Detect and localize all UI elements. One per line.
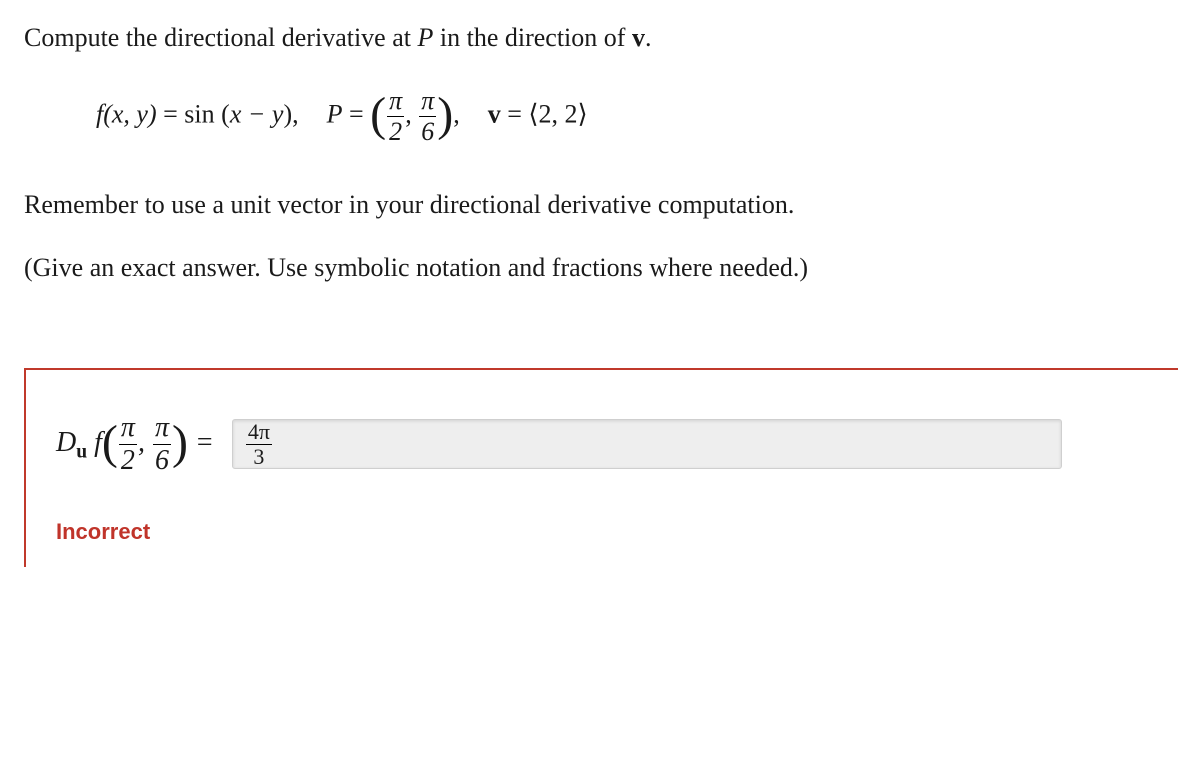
sin-fn: sin [184, 100, 214, 129]
answer-den: 3 [246, 444, 272, 469]
answer-value: 4π 3 [245, 420, 273, 469]
instruction-line-2: (Give an exact answer. Use symbolic nota… [24, 248, 1178, 288]
q-part-b: in the direction of [433, 23, 632, 52]
sin-open: ( [215, 100, 230, 129]
v-components: 2, 2 [539, 100, 578, 129]
sin-close: ), [283, 100, 298, 129]
comma-1: , [405, 100, 418, 129]
u-subscript: u [76, 442, 87, 463]
frac-pi-2: π2 [386, 88, 405, 145]
post-p-comma: , [453, 100, 460, 129]
q-part-a: Compute the directional derivative at [24, 23, 417, 52]
feedback-text: Incorrect [56, 519, 1156, 545]
instruction-line-1: Remember to use a unit vector in your di… [24, 185, 1178, 225]
ans-lparen-icon: ( [102, 421, 118, 464]
eq-3: = [501, 100, 529, 129]
formula-display: f(x, y) = sin (x − y),P = (π2, π6),v = ⟨… [96, 88, 1178, 145]
ans-eq: = [188, 427, 214, 458]
q-v: v [632, 23, 645, 52]
v-label: v [488, 100, 501, 129]
rangle-icon: ⟩ [578, 100, 588, 129]
answer-num: 4π [246, 420, 272, 444]
answer-row: Du f(π2, π6) = 4π 3 [56, 414, 1156, 475]
eq-2: = [343, 100, 371, 129]
frac-pi-6: π6 [418, 88, 437, 145]
question-text: Compute the directional derivative at P … [24, 20, 1178, 56]
D-sym: D [56, 427, 76, 458]
answer-input[interactable]: 4π 3 [232, 419, 1062, 469]
lparen-icon: ( [370, 93, 386, 136]
ans-frac-pi-2: π2 [118, 414, 138, 475]
sin-arg: x − y [230, 100, 284, 129]
P-label: P [327, 100, 343, 129]
answer-label: Du f(π2, π6) = [56, 414, 214, 475]
ans-rparen-icon: ) [172, 421, 188, 464]
q-P: P [417, 23, 433, 52]
ans-comma: , [138, 427, 152, 458]
rparen-icon: ) [437, 93, 453, 136]
answer-region: Du f(π2, π6) = 4π 3 Incorrect [24, 368, 1178, 567]
f-sym: f [87, 427, 102, 458]
q-part-c: . [645, 23, 652, 52]
eq-1: = [157, 100, 185, 129]
ans-frac-pi-6: π6 [152, 414, 172, 475]
f-lhs: f(x, y) [96, 100, 157, 129]
langle-icon: ⟨ [528, 100, 538, 129]
